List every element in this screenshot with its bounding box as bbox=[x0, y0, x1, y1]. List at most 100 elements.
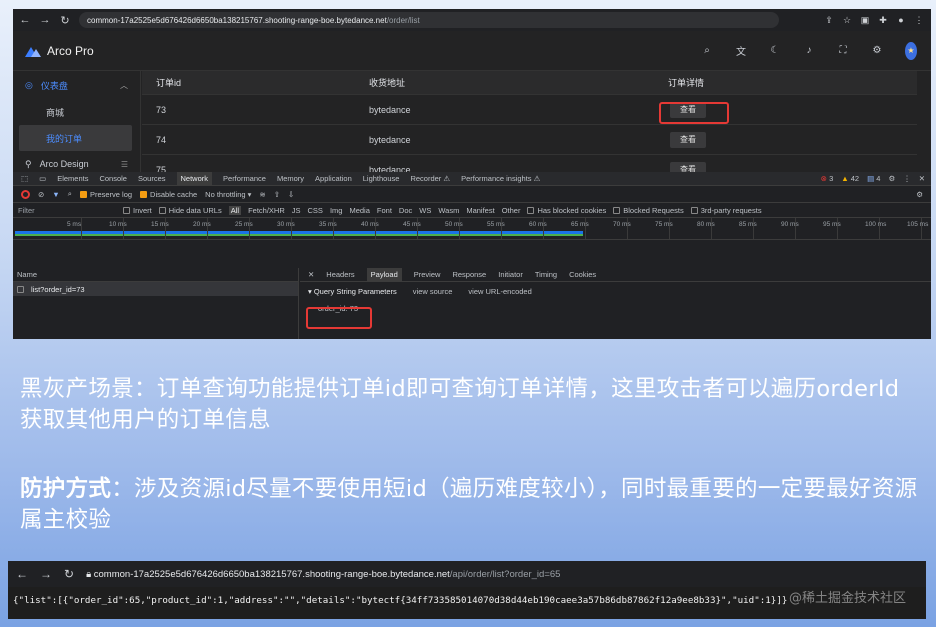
record-icon[interactable] bbox=[21, 189, 30, 199]
disable-cache-checkbox[interactable]: Disable cache bbox=[140, 190, 197, 199]
devtools-menu-icon[interactable]: ⋮ bbox=[903, 174, 911, 183]
tab-recorder[interactable]: Recorder ⚠ bbox=[410, 174, 450, 183]
filter-wasm[interactable]: Wasm bbox=[438, 206, 459, 215]
filter-js[interactable]: JS bbox=[292, 206, 301, 215]
filter-fetch-xhr[interactable]: Fetch/XHR bbox=[248, 206, 285, 215]
query-param: order_id: 73 bbox=[318, 304, 359, 313]
search-icon[interactable]: ⌕ bbox=[701, 45, 713, 56]
filter-icon[interactable]: ▼ bbox=[52, 190, 59, 199]
filter-blocked-requests[interactable]: Blocked Requests bbox=[613, 206, 684, 215]
tab-response[interactable]: Response bbox=[452, 270, 486, 279]
sidebar-item-mall[interactable]: 商城 bbox=[13, 99, 140, 125]
tab-memory[interactable]: Memory bbox=[277, 174, 304, 183]
tab-initiator[interactable]: Initiator bbox=[498, 270, 523, 279]
devtools-settings-icon[interactable]: ⚙ bbox=[888, 174, 895, 183]
view-source-link[interactable]: view source bbox=[413, 287, 453, 296]
error-count[interactable]: ⊗ 3 bbox=[821, 174, 834, 183]
settings-icon[interactable]: ⚙ bbox=[871, 45, 883, 56]
devtools-close-icon[interactable]: ✕ bbox=[919, 174, 925, 183]
filter-css[interactable]: CSS bbox=[308, 206, 323, 215]
filter-img[interactable]: Img bbox=[330, 206, 343, 215]
filter-input[interactable]: Filter bbox=[18, 206, 116, 215]
checkbox-icon bbox=[527, 207, 535, 215]
info-count[interactable]: ▤ 4 bbox=[867, 174, 880, 183]
sidebar-group-label: 仪表盘 bbox=[40, 80, 68, 91]
filter-third-party[interactable]: 3rd-party requests bbox=[690, 206, 762, 215]
sidebar-item-my-orders[interactable]: 我的订单 bbox=[19, 125, 132, 151]
reload-icon[interactable]: ↻ bbox=[64, 567, 74, 581]
warning-icon: ▲ bbox=[841, 174, 849, 183]
devtools-device-icon[interactable]: ▭ bbox=[39, 174, 46, 183]
filter-hide-data-urls[interactable]: Hide data URLs bbox=[158, 206, 222, 215]
download-icon[interactable]: ⇩ bbox=[288, 190, 294, 199]
filter-invert[interactable]: Invert bbox=[123, 206, 152, 215]
checkbox-icon bbox=[613, 207, 621, 215]
search-icon[interactable]: ⌕ bbox=[68, 189, 72, 199]
address-bar[interactable]: common-17a2525e5d676426d6650ba138215767.… bbox=[79, 12, 779, 28]
app-title: Arco Pro bbox=[47, 43, 94, 58]
tab-preview[interactable]: Preview bbox=[414, 270, 441, 279]
profile-icon[interactable]: ● bbox=[895, 15, 907, 26]
tab-timing[interactable]: Timing bbox=[535, 270, 557, 279]
star-icon[interactable]: ☆ bbox=[841, 15, 853, 26]
avatar[interactable]: ★ bbox=[905, 41, 917, 60]
extension-icon[interactable]: ▣ bbox=[859, 15, 871, 26]
tab-application[interactable]: Application bbox=[315, 174, 352, 183]
tab-cookies[interactable]: Cookies bbox=[569, 270, 596, 279]
devtools-inspect-icon[interactable]: ⬚ bbox=[21, 174, 28, 183]
sidebar-group-dashboard[interactable]: ◎ 仪表盘 ︿ bbox=[13, 71, 140, 99]
share-icon[interactable]: ⇪ bbox=[823, 15, 835, 26]
network-settings-icon[interactable]: ⚙ bbox=[916, 190, 931, 199]
view-button[interactable]: 查看 bbox=[670, 131, 706, 148]
url-path: /api/order/list?order_id=65 bbox=[449, 568, 561, 580]
puzzle-icon[interactable]: ✚ bbox=[877, 15, 889, 26]
name-column-header[interactable]: Name bbox=[13, 268, 298, 282]
tab-lighthouse[interactable]: Lighthouse bbox=[363, 174, 400, 183]
filter-media[interactable]: Media bbox=[349, 206, 369, 215]
close-icon[interactable]: ✕ bbox=[308, 270, 314, 279]
network-timeline[interactable]: 5 ms 10 ms 15 ms 20 ms 25 ms 30 ms 35 ms 40 ms 4… bbox=[13, 218, 931, 240]
back-icon[interactable]: ← bbox=[19, 14, 31, 26]
tab-elements[interactable]: Elements bbox=[57, 174, 88, 183]
request-detail: ✕ Headers Payload Preview Response Initi… bbox=[300, 267, 931, 339]
upload-icon[interactable]: ⇧ bbox=[274, 190, 280, 199]
warning-count[interactable]: ▲ 42 bbox=[841, 174, 859, 183]
highlight-param bbox=[306, 307, 372, 329]
filter-manifest[interactable]: Manifest bbox=[466, 206, 494, 215]
filter-doc[interactable]: Doc bbox=[399, 206, 412, 215]
query-string-title[interactable]: ▾ Query String Parameters bbox=[308, 287, 397, 296]
forward-icon[interactable]: → bbox=[39, 14, 51, 26]
tab-headers[interactable]: Headers bbox=[326, 270, 354, 279]
wifi-icon[interactable]: ≋ bbox=[259, 190, 265, 199]
reload-icon[interactable]: ↻ bbox=[59, 14, 71, 27]
tab-sources[interactable]: Sources bbox=[138, 174, 166, 183]
timeline-tick-label: 85 ms bbox=[739, 221, 757, 228]
request-row[interactable]: list?order_id=73 bbox=[13, 282, 298, 296]
throttling-select[interactable]: No throttling ▾ bbox=[205, 190, 251, 199]
filter-other[interactable]: Other bbox=[502, 206, 521, 215]
tab-performance[interactable]: Performance bbox=[223, 174, 266, 183]
filter-option-label: Invert bbox=[133, 205, 152, 215]
back-icon[interactable]: ← bbox=[16, 567, 28, 581]
view-url-encoded-link[interactable]: view URL-encoded bbox=[468, 287, 531, 296]
collapse-icon[interactable]: ☰ bbox=[121, 160, 128, 169]
url-host: common-17a2525e5d676426d6650ba138215767.… bbox=[87, 15, 387, 25]
timeline-tick-label: 65 ms bbox=[571, 221, 589, 228]
fullscreen-icon[interactable]: ⛶ bbox=[837, 45, 849, 56]
tab-payload[interactable]: Payload bbox=[366, 267, 402, 282]
tab-console[interactable]: Console bbox=[99, 174, 127, 183]
tab-performance-insights[interactable]: Performance insights ⚠ bbox=[461, 174, 540, 183]
filter-blocked-cookies[interactable]: Has blocked cookies bbox=[527, 206, 606, 215]
bell-icon[interactable]: ♪ bbox=[803, 45, 815, 56]
menu-icon[interactable]: ⋮ bbox=[913, 15, 925, 26]
language-icon[interactable]: 文 bbox=[735, 43, 747, 58]
filter-font[interactable]: Font bbox=[377, 206, 392, 215]
address-bar[interactable]: 🔒︎ common-17a2525e5d676426d6650ba1382157… bbox=[86, 569, 560, 580]
forward-icon[interactable]: → bbox=[40, 567, 52, 581]
clear-icon[interactable]: ⊘ bbox=[38, 190, 44, 199]
theme-moon-icon[interactable]: ☾ bbox=[769, 45, 781, 56]
filter-ws[interactable]: WS bbox=[419, 206, 431, 215]
filter-all[interactable]: All bbox=[228, 205, 242, 215]
preserve-log-checkbox[interactable]: Preserve log bbox=[79, 190, 132, 199]
tab-network[interactable]: Network bbox=[176, 171, 213, 186]
